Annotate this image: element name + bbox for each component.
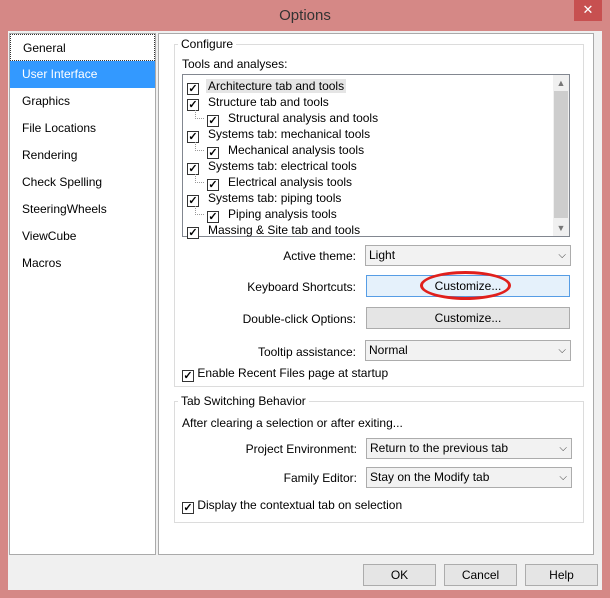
recent-files-label: Enable Recent Files page at startup — [197, 366, 389, 380]
ok-button[interactable]: OK — [363, 564, 436, 586]
tooltip-label: Tooltip assistance: — [257, 345, 356, 359]
tool-label: Systems tab: piping tools — [208, 191, 342, 205]
double-click-customize-button[interactable]: Customize... — [366, 307, 570, 329]
tool-item[interactable]: ✓ Electrical analysis tools — [187, 174, 569, 191]
nav-item-rendering[interactable]: Rendering — [10, 142, 155, 169]
tool-label: Structure tab and tools — [208, 95, 329, 109]
keyboard-shortcuts-label: Keyboard Shortcuts: — [247, 280, 356, 294]
active-theme-select[interactable]: Light ⌵ — [365, 245, 571, 266]
tree-connector — [195, 142, 204, 151]
tool-item[interactable]: ✓ Structure tab and tools — [187, 94, 569, 111]
close-icon[interactable]: ✕ — [574, 0, 602, 21]
contextual-tab-label: Display the contextual tab on selection — [197, 498, 403, 512]
double-click-label: Double-click Options: — [242, 312, 356, 326]
category-list: General User Interface Graphics File Locati… — [9, 33, 156, 555]
tool-label: Systems tab: mechanical tools — [208, 127, 371, 141]
tools-label: Tools and analyses: — [182, 57, 288, 71]
project-environment-select[interactable]: Return to the previous tab ⌵ — [366, 438, 572, 459]
tree-connector — [195, 206, 204, 215]
scroll-thumb[interactable] — [554, 91, 568, 218]
tree-connector — [195, 174, 204, 183]
tooltip-select[interactable]: Normal ⌵ — [365, 340, 571, 361]
nav-item-steeringwheels[interactable]: SteeringWheels — [10, 196, 155, 223]
contextual-tab-checkbox[interactable]: ✓ Display the contextual tab on selectio… — [182, 498, 402, 514]
tool-item[interactable]: ✓ Systems tab: mechanical tools — [187, 126, 569, 143]
tool-label: Piping analysis tools — [228, 207, 337, 221]
recent-files-checkbox[interactable]: ✓ Enable Recent Files page at startup — [182, 366, 388, 382]
annotation-ellipse — [420, 271, 511, 300]
tool-item[interactable]: ✓ Architecture tab and tools — [187, 78, 569, 95]
family-editor-select[interactable]: Stay on the Modify tab ⌵ — [366, 467, 572, 488]
tools-list[interactable]: ✓ Architecture tab and tools ✓ Structure ta… — [182, 74, 570, 239]
tooltip-value: Normal — [369, 343, 408, 357]
tool-item[interactable]: ✓ Systems tab: piping tools — [187, 190, 569, 207]
active-theme-label: Active theme: — [283, 249, 356, 263]
chevron-down-icon: ⌵ — [559, 472, 567, 483]
chevron-down-icon: ⌵ — [558, 250, 566, 261]
window-title: Options — [279, 7, 331, 24]
tool-item[interactable]: ✓ Mechanical analysis tools — [187, 142, 569, 159]
tool-label: Massing & Site tab and tools — [208, 223, 361, 237]
family-editor-label: Family Editor: — [283, 471, 357, 485]
checkbox-icon[interactable]: ✓ — [187, 227, 199, 239]
tab-switching-intro: After clearing a selection or after exit… — [182, 416, 403, 430]
configure-legend: Configure — [178, 37, 237, 51]
checkbox-icon: ✓ — [182, 370, 194, 382]
help-button[interactable]: Help — [525, 564, 598, 586]
tool-label: Structural analysis and tools — [228, 111, 379, 125]
scroll-up-icon[interactable]: ▲ — [553, 78, 569, 88]
cancel-button[interactable]: Cancel — [444, 564, 517, 586]
tool-item[interactable]: ✓ Massing & Site tab and tools — [187, 222, 569, 239]
tool-item[interactable]: ✓ Systems tab: electrical tools — [187, 158, 569, 175]
tool-label: Systems tab: electrical tools — [208, 159, 357, 173]
tree-connector — [195, 110, 204, 119]
scrollbar[interactable]: ▲ ▼ — [553, 75, 569, 236]
tool-label: Architecture tab and tools — [206, 79, 347, 93]
nav-item-graphics[interactable]: Graphics — [10, 88, 155, 115]
tool-item[interactable]: ✓ Structural analysis and tools — [187, 110, 569, 127]
tool-item[interactable]: ✓ Piping analysis tools — [187, 206, 569, 223]
project-environment-value: Return to the previous tab — [370, 441, 509, 455]
scroll-down-icon[interactable]: ▼ — [553, 223, 569, 233]
active-theme-value: Light — [369, 248, 396, 262]
checkbox-icon: ✓ — [182, 502, 194, 514]
nav-item-macros[interactable]: Macros — [10, 250, 155, 277]
nav-item-file-locations[interactable]: File Locations — [10, 115, 155, 142]
tool-label: Mechanical analysis tools — [228, 143, 365, 157]
nav-item-general[interactable]: General — [10, 34, 155, 61]
chevron-down-icon: ⌵ — [558, 345, 566, 356]
chevron-down-icon: ⌵ — [559, 443, 567, 454]
nav-item-check-spelling[interactable]: Check Spelling — [10, 169, 155, 196]
nav-item-viewcube[interactable]: ViewCube — [10, 223, 155, 250]
tab-switching-legend: Tab Switching Behavior — [178, 394, 309, 408]
nav-item-user-interface[interactable]: User Interface — [10, 61, 155, 88]
project-environment-label: Project Environment: — [245, 442, 357, 456]
family-editor-value: Stay on the Modify tab — [370, 470, 490, 484]
tool-label: Electrical analysis tools — [228, 175, 353, 189]
